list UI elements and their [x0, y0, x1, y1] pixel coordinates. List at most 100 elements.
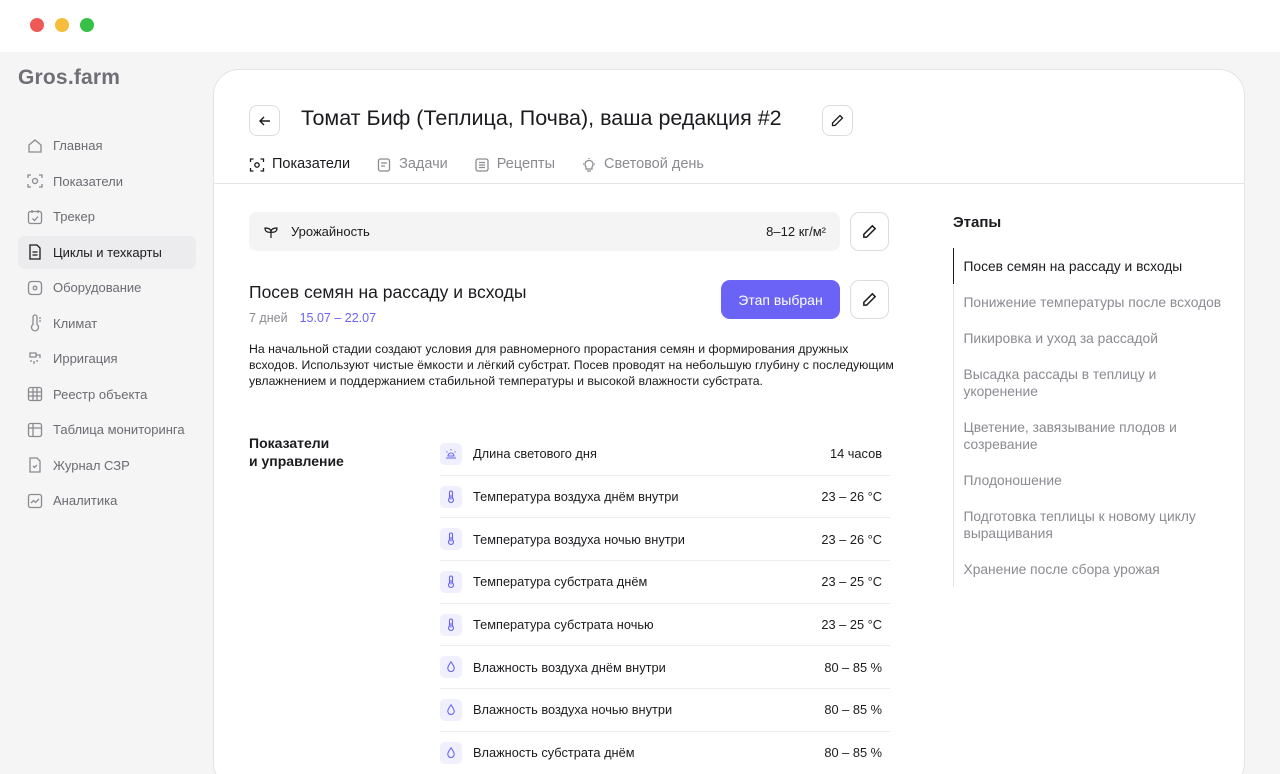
- sidebar-item-label: Реестр объекта: [53, 386, 148, 402]
- stage-item[interactable]: Подготовка теплицы к новому циклу выращи…: [953, 498, 1224, 551]
- equipment-icon: [27, 280, 43, 295]
- metrics-heading-line: Показатели: [249, 435, 330, 451]
- stage-selected-button[interactable]: Этап выбран: [721, 280, 840, 319]
- sidebar-item-irrigation[interactable]: Ирригация: [18, 342, 196, 375]
- edit-stage-button[interactable]: [850, 280, 889, 319]
- tab-label: Показатели: [272, 156, 351, 172]
- sidebar: Главная Показатели Трекер Циклы и техкар…: [18, 129, 196, 520]
- close-window-button[interactable]: [30, 18, 44, 32]
- sidebar-item-cycles[interactable]: Циклы и техкарты: [18, 235, 196, 269]
- stage-description: На начальной стадии создают условия для …: [249, 342, 894, 388]
- sidebar-item-label: Главная: [53, 138, 103, 153]
- thermometer-icon: [440, 570, 462, 593]
- sidebar-item-label: Трекер: [53, 209, 95, 224]
- stage-item[interactable]: Понижение температуры после всходов: [953, 284, 1224, 320]
- metric-row: Влажность воздуха днём внутри 80 – 85 %: [440, 646, 890, 690]
- tab-bar: Показатели Задачи Рецепты Световой день: [249, 152, 730, 184]
- stage-item[interactable]: Цветение, завязывание плодов и созревани…: [953, 409, 1224, 462]
- sidebar-item-home[interactable]: Главная: [18, 129, 196, 162]
- journal-icon: [29, 457, 41, 473]
- irrigation-icon: [29, 351, 41, 364]
- yield-value: 8–12 кг/м²: [766, 224, 826, 239]
- sidebar-item-climate[interactable]: Климат: [18, 307, 196, 340]
- tab-label: Световой день: [604, 156, 704, 172]
- stage-dates: 15.07 – 22.07: [299, 311, 377, 325]
- droplet-icon: [440, 656, 462, 679]
- pencil-icon: [863, 224, 877, 238]
- sidebar-item-label: Климат: [53, 315, 98, 331]
- metric-label: Температура воздуха ночью внутри: [473, 531, 685, 547]
- sidebar-item-label: Журнал СЗР: [53, 457, 130, 473]
- stage-item[interactable]: Высадка рассады в теплицу и укоренение: [953, 356, 1224, 409]
- thermometer-icon: [30, 314, 41, 332]
- indicators-icon: [249, 158, 265, 172]
- sidebar-item-label: Ирригация: [53, 351, 118, 366]
- thermometer-icon: [440, 485, 462, 508]
- tab-recipes[interactable]: Рецепты: [474, 152, 555, 184]
- metric-row: Температура воздуха ночью внутри 23 – 26…: [440, 518, 890, 562]
- app-logo[interactable]: Gros.farm: [18, 66, 120, 90]
- thermometer-icon: [440, 613, 462, 636]
- minimize-window-button[interactable]: [55, 18, 69, 32]
- stage-item[interactable]: Пикировка и уход за рассадой: [953, 320, 1224, 356]
- metric-row: Температура субстрата днём 23 – 25 °C: [440, 561, 890, 604]
- grid-icon: [27, 386, 43, 402]
- sprout-icon: [264, 226, 278, 238]
- tab-tasks[interactable]: Задачи: [376, 152, 448, 184]
- page-title: Томат Биф (Теплица, Почва), ваша редакци…: [301, 106, 782, 130]
- metric-label: Температура воздуха днём внутри: [473, 489, 679, 505]
- sidebar-item-pesticide-journal[interactable]: Журнал СЗР: [18, 449, 196, 482]
- sidebar-item-indicators[interactable]: Показатели: [18, 165, 196, 198]
- pencil-icon: [863, 292, 877, 306]
- metric-row: Длина светового дня 14 часов: [440, 433, 890, 476]
- metric-value: 23 – 26 °C: [821, 489, 882, 505]
- stage-item[interactable]: Посев семян на рассаду и всходы: [952, 248, 1224, 284]
- arrow-left-icon: [258, 116, 270, 125]
- yield-label: Урожайность: [291, 224, 370, 239]
- maximize-window-button[interactable]: [80, 18, 94, 32]
- metrics-list: Длина светового дня 14 часов Температура…: [440, 433, 890, 774]
- tab-label: Задачи: [399, 156, 448, 172]
- stage-item[interactable]: Хранение после сбора урожая: [953, 551, 1224, 587]
- metric-value: 23 – 25 °C: [821, 617, 882, 633]
- sidebar-item-registry[interactable]: Реестр объекта: [18, 378, 196, 411]
- tabs-divider: [214, 183, 1244, 184]
- metric-value: 23 – 26 °C: [821, 531, 882, 547]
- sidebar-item-label: Циклы и техкарты: [53, 244, 162, 260]
- sidebar-item-monitoring-table[interactable]: Таблица мониторинга: [18, 413, 196, 446]
- metric-value: 80 – 85 %: [824, 659, 882, 675]
- stage-duration: 7 дней: [249, 311, 288, 325]
- metric-row: Влажность субстрата днём 80 – 85 %: [440, 732, 890, 774]
- edit-title-button[interactable]: [822, 105, 853, 136]
- pencil-icon: [831, 114, 844, 127]
- sun-icon: [440, 442, 462, 465]
- sidebar-item-label: Показатели: [53, 173, 123, 189]
- droplet-icon: [440, 698, 462, 721]
- sidebar-item-tracker[interactable]: Трекер: [18, 200, 196, 233]
- stage-title: Посев семян на рассаду и всходы: [249, 282, 527, 302]
- tasks-icon: [377, 158, 391, 172]
- metric-label: Влажность воздуха ночью внутри: [473, 702, 673, 718]
- metric-label: Температура субстрата днём: [473, 574, 648, 590]
- stage-meta: 7 дней 15.07 – 22.07: [249, 311, 376, 325]
- metric-label: Влажность воздуха днём внутри: [473, 659, 666, 675]
- back-button[interactable]: [249, 105, 280, 136]
- metric-row: Температура воздуха днём внутри 23 – 26 …: [440, 476, 890, 519]
- sidebar-item-label: Оборудование: [53, 280, 142, 295]
- metrics-heading: Показатели и управление: [249, 434, 369, 470]
- thermometer-icon: [440, 528, 462, 551]
- main-panel: Томат Биф (Теплица, Почва), ваша редакци…: [213, 69, 1245, 774]
- document-icon: [29, 244, 41, 260]
- tab-indicators[interactable]: Показатели: [249, 152, 351, 184]
- metric-row: Температура субстрата ночью 23 – 25 °C: [440, 604, 890, 647]
- stage-item[interactable]: Плодоношение: [953, 462, 1224, 498]
- edit-yield-button[interactable]: [850, 212, 889, 251]
- metric-label: Влажность субстрата днём: [473, 745, 635, 761]
- sidebar-item-analytics[interactable]: Аналитика: [18, 484, 196, 517]
- droplet-icon: [440, 741, 462, 764]
- metrics-heading-line: и управление: [249, 453, 344, 469]
- sidebar-item-equipment[interactable]: Оборудование: [18, 271, 196, 304]
- sidebar-item-label: Таблица мониторинга: [53, 422, 185, 437]
- bulb-icon: [583, 158, 595, 172]
- tab-daylight[interactable]: Световой день: [581, 152, 704, 184]
